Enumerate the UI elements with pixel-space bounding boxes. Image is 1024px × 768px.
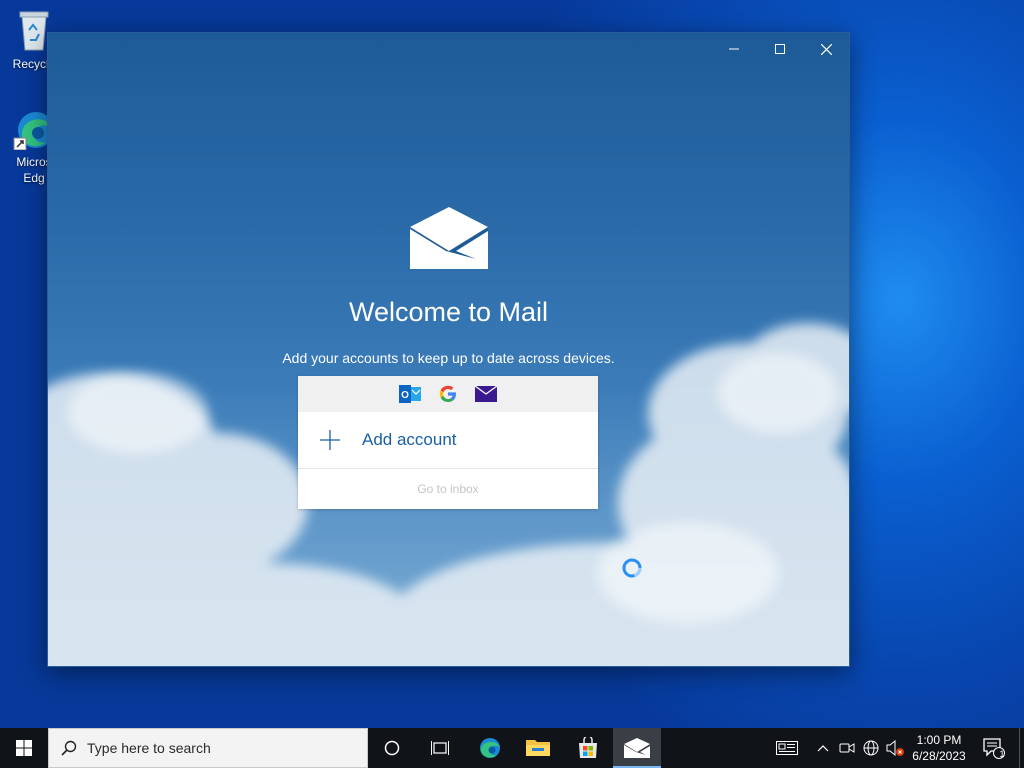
mail-logo-icon <box>410 207 488 269</box>
provider-strip: O <box>298 376 598 412</box>
volume-button[interactable] <box>884 728 906 768</box>
maximize-button[interactable] <box>757 33 803 65</box>
clock-time: 1:00 PM <box>916 733 962 747</box>
mail-envelope-icon <box>474 382 498 406</box>
welcome-title: Welcome to Mail <box>348 297 549 327</box>
task-view-icon <box>431 741 449 755</box>
account-card: O Add account Go to inbox <box>298 376 598 509</box>
taskbar-search-box[interactable]: Type here to search <box>48 728 368 768</box>
file-explorer-button[interactable] <box>514 728 562 768</box>
plus-icon <box>320 430 340 450</box>
search-placeholder: Type here to search <box>87 740 211 756</box>
start-button[interactable] <box>0 728 48 768</box>
cortana-button[interactable] <box>368 728 416 768</box>
taskbar-clock[interactable]: 1:00 PM 6/28/2023 <box>906 728 972 768</box>
maximize-icon <box>775 44 785 54</box>
close-button[interactable] <box>803 33 849 65</box>
news-icon <box>776 741 798 755</box>
welcome-subtitle: Add your accounts to keep up to date acr… <box>282 350 615 366</box>
mail-window: Welcome to Mail Add your accounts to kee… <box>47 32 850 667</box>
search-icon <box>61 740 77 756</box>
window-controls <box>711 33 849 65</box>
minimize-icon <box>729 48 739 50</box>
chevron-up-icon <box>817 745 829 752</box>
show-desktop-button[interactable] <box>1019 728 1024 768</box>
globe-icon <box>863 740 879 756</box>
task-view-button[interactable] <box>416 728 464 768</box>
store-icon <box>579 737 597 758</box>
clock-date: 6/28/2023 <box>912 749 966 763</box>
taskbar-edge-button[interactable] <box>466 728 514 768</box>
busy-cursor-icon <box>622 558 642 578</box>
camera-icon <box>839 743 855 753</box>
cortana-icon <box>384 740 400 756</box>
close-icon <box>820 43 832 55</box>
mail-icon <box>624 738 650 758</box>
windows-logo-icon <box>16 740 32 756</box>
add-account-button[interactable]: Add account <box>298 412 598 469</box>
action-center-button[interactable]: 1 <box>980 728 1008 768</box>
minimize-button[interactable] <box>711 33 757 65</box>
volume-muted-icon <box>886 739 904 757</box>
taskbar: Type here to search 1:00 PM 6/28/2023 1 <box>0 728 1024 768</box>
outlook-icon: O <box>398 382 422 406</box>
go-to-inbox-button[interactable]: Go to inbox <box>298 469 598 509</box>
show-hidden-icons-button[interactable] <box>814 728 832 768</box>
news-widget-button[interactable] <box>773 728 801 768</box>
add-account-label: Add account <box>362 430 457 449</box>
network-button[interactable] <box>860 728 882 768</box>
taskbar-mail-button[interactable] <box>613 728 661 768</box>
svg-text:O: O <box>401 390 409 401</box>
store-button[interactable] <box>564 728 612 768</box>
edge-icon <box>480 738 500 758</box>
desktop: Recycle Micros Edg Welcome to Mail Add y… <box>0 0 1024 728</box>
google-icon <box>436 382 460 406</box>
notification-count: 1 <box>999 749 1005 759</box>
file-explorer-icon <box>526 740 550 756</box>
meet-now-button[interactable] <box>838 728 856 768</box>
